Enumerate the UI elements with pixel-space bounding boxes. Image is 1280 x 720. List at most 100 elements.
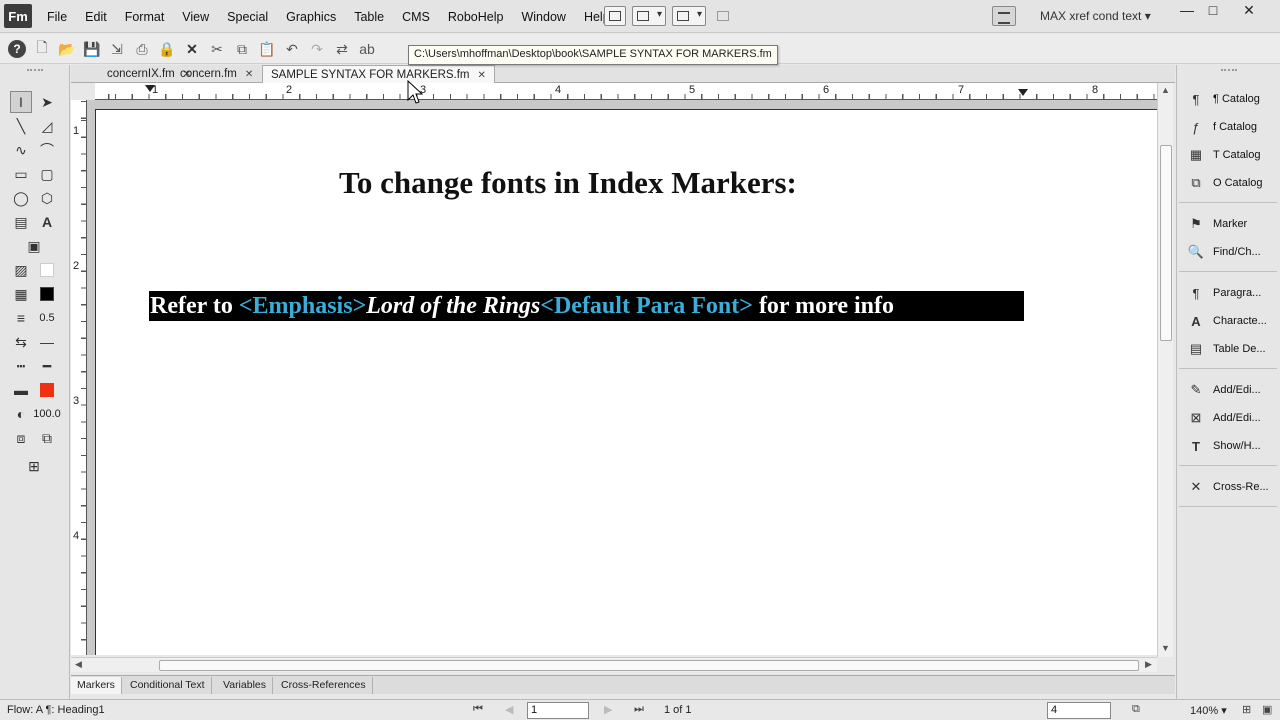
tab-sample-syntax[interactable]: SAMPLE SYNTAX FOR MARKERS.fm ✕	[262, 65, 495, 84]
add-edit-button[interactable]: ✎ Add/Edi...	[1187, 378, 1261, 402]
zoom-input[interactable]: 4	[1047, 702, 1111, 719]
table-catalog-button[interactable]: ▦ T Catalog	[1187, 143, 1261, 167]
tab-conditional-text[interactable]: Conditional Text	[124, 677, 212, 694]
close-tab-icon[interactable]: ✕	[478, 70, 486, 81]
fill-none-icon[interactable]	[36, 259, 58, 281]
text-line-tool-icon[interactable]: A	[36, 211, 58, 233]
workspace-switcher[interactable]: MAX xref cond text ▾	[1040, 9, 1151, 23]
line-ends-icon[interactable]: ⇆	[10, 331, 32, 353]
scroll-down-icon[interactable]: ▼	[1161, 643, 1170, 653]
close-window-button[interactable]: ✕	[1232, 2, 1266, 20]
scroll-right-icon[interactable]: ▶	[1145, 659, 1152, 670]
zoom-level[interactable]: 140% ▾	[1190, 704, 1227, 717]
last-page-icon[interactable]: ⏭	[634, 703, 644, 716]
horizontal-scroll-thumb[interactable]	[159, 660, 1139, 671]
tint-icon[interactable]: ◐	[10, 403, 32, 425]
document-view-icon[interactable]	[604, 6, 626, 26]
paragraph-catalog-button[interactable]: ¶ ¶ Catalog	[1187, 87, 1260, 111]
delete-icon[interactable]: ✕	[183, 40, 201, 58]
menu-robohelp[interactable]: RoboHelp	[439, 10, 513, 24]
tab-variables[interactable]: Variables	[217, 677, 273, 694]
panel-grip[interactable]	[1177, 65, 1280, 75]
cut-icon[interactable]: ✂	[208, 40, 226, 58]
right-indent-marker-icon[interactable]	[1018, 89, 1028, 96]
open-icon[interactable]: 📂	[58, 40, 76, 58]
menu-edit[interactable]: Edit	[76, 10, 116, 24]
copy-icon[interactable]: ⧉	[233, 40, 251, 58]
menu-format[interactable]: Format	[116, 10, 174, 24]
spell-check-icon[interactable]: ab	[358, 40, 376, 58]
find-change-button[interactable]: 🔍 Find/Ch...	[1187, 240, 1261, 264]
workspace-menu-icon[interactable]	[992, 6, 1016, 26]
maximize-button[interactable]: □	[1196, 2, 1230, 20]
vertical-scrollbar[interactable]: ▲ ▼	[1157, 83, 1173, 657]
text-frame-tool-icon[interactable]: ▤	[10, 211, 32, 233]
menu-special[interactable]: Special	[218, 10, 277, 24]
oval-tool-icon[interactable]: ◯	[10, 187, 32, 209]
stacking-icon[interactable]: ⧉	[36, 427, 58, 449]
solid-line-icon[interactable]: —	[36, 331, 58, 353]
character-catalog-button[interactable]: ƒ f Catalog	[1187, 115, 1257, 139]
zoom-in-icon[interactable]: ⊞	[1242, 703, 1251, 716]
polyline-tool-icon[interactable]: ◿	[36, 115, 58, 137]
fill-pattern-icon[interactable]: ▨	[10, 259, 32, 281]
polygon-tool-icon[interactable]: ⬡	[36, 187, 58, 209]
menu-file[interactable]: File	[38, 10, 76, 24]
undo-icon[interactable]: ↶	[283, 40, 301, 58]
arc-tool-icon[interactable]: ⌒	[36, 139, 58, 161]
line-tool-icon[interactable]: ╲	[10, 115, 32, 137]
paragraph-designer-button[interactable]: ¶ Paragra...	[1187, 281, 1262, 305]
table-designer-button[interactable]: ▤ Table De...	[1187, 337, 1266, 361]
pen-color-icon[interactable]	[36, 283, 58, 305]
save-icon[interactable]: 💾	[83, 40, 101, 58]
screen-mode-dropdown-icon[interactable]	[672, 6, 706, 26]
tab-cross-references[interactable]: Cross-References	[275, 677, 373, 694]
text-select-tool-icon[interactable]: I	[10, 91, 32, 113]
object-select-tool-icon[interactable]: ➤	[36, 91, 58, 113]
add-edit-2-button[interactable]: ⊠ Add/Edi...	[1187, 406, 1261, 430]
object-catalog-button[interactable]: ⧉ O Catalog	[1187, 171, 1262, 195]
tab-concern[interactable]: concern.fm ✕	[172, 65, 261, 83]
left-indent-marker-icon[interactable]	[145, 85, 155, 92]
next-page-icon[interactable]: ▶	[604, 703, 612, 716]
menu-view[interactable]: View	[173, 10, 218, 24]
import-icon[interactable]: ⇲	[108, 40, 126, 58]
graphic-frame-tool-icon[interactable]: ▣	[23, 235, 45, 257]
help-icon[interactable]: ?	[8, 40, 26, 58]
character-designer-button[interactable]: A Characte...	[1187, 309, 1267, 333]
paste-icon[interactable]: 📋	[258, 40, 276, 58]
menu-cms[interactable]: CMS	[393, 10, 439, 24]
show-hide-button[interactable]: T Show/H...	[1187, 434, 1261, 458]
new-document-icon[interactable]: 🗋	[33, 39, 51, 58]
line-width-icon[interactable]: ≡	[10, 307, 32, 329]
previous-page-icon[interactable]: ◀	[505, 703, 513, 716]
document-page[interactable]: To change fonts in Index Markers: Refer …	[95, 109, 1157, 655]
freehand-tool-icon[interactable]: ∿	[10, 139, 32, 161]
overprint-icon[interactable]: ⧈	[10, 427, 32, 449]
rectangle-tool-icon[interactable]: ▭	[10, 163, 32, 185]
frame-graphic-icon[interactable]: ⊞	[23, 455, 45, 477]
rounded-rectangle-tool-icon[interactable]: ▢	[36, 163, 58, 185]
marker-button[interactable]: ⚑ Marker	[1187, 212, 1247, 236]
dash-pattern-icon[interactable]: ┅	[10, 355, 32, 377]
page-number-input[interactable]: 1	[527, 702, 589, 719]
cross-reference-button[interactable]: ✕ Cross-Re...	[1187, 475, 1269, 499]
selected-paragraph[interactable]: Refer to <Emphasis>Lord of the Rings<Def…	[149, 291, 1024, 321]
scroll-up-icon[interactable]: ▲	[1161, 85, 1170, 95]
menu-window[interactable]: Window	[512, 10, 574, 24]
layout-dropdown-icon[interactable]	[632, 6, 666, 26]
page-heading[interactable]: To change fonts in Index Markers:	[339, 165, 797, 201]
menu-graphics[interactable]: Graphics	[277, 10, 345, 24]
tab-markers[interactable]: Markers	[71, 677, 122, 694]
horizontal-scrollbar[interactable]: ◀ ▶	[71, 657, 1157, 672]
panel-grip[interactable]	[0, 65, 69, 75]
zoom-out-icon[interactable]: ⧉	[1132, 703, 1140, 716]
first-page-icon[interactable]: ⏮	[473, 703, 483, 716]
menu-table[interactable]: Table	[345, 10, 393, 24]
arrange-icon[interactable]	[712, 6, 734, 26]
lock-icon[interactable]: 🔒	[158, 40, 176, 58]
line-style-icon[interactable]: ━	[36, 355, 58, 377]
redo-icon[interactable]: ↷	[308, 40, 326, 58]
fill-color-icon[interactable]	[36, 379, 58, 401]
scroll-left-icon[interactable]: ◀	[75, 659, 82, 670]
